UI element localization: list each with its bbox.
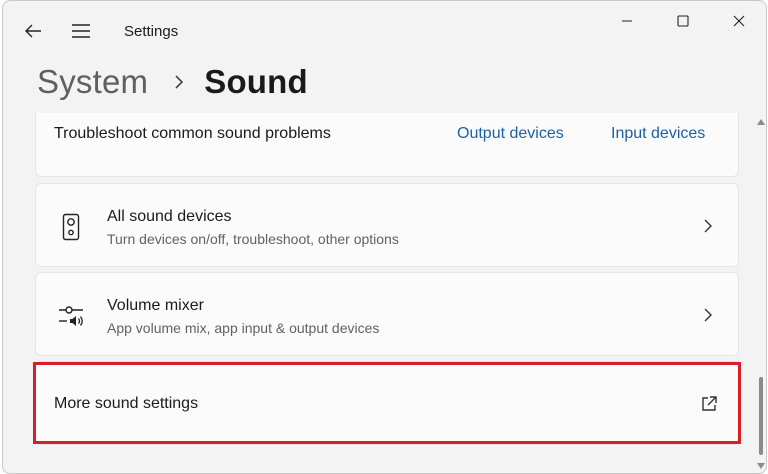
- breadcrumb: System Sound: [37, 59, 308, 105]
- scrollbar[interactable]: [755, 113, 766, 473]
- volume-mixer-description: App volume mix, app input & output devic…: [107, 320, 380, 336]
- settings-window: Settings System Sound Troubleshoot commo…: [2, 0, 767, 474]
- all-sound-devices-description: Turn devices on/off, troubleshoot, other…: [107, 231, 399, 247]
- all-sound-devices-item[interactable]: All sound devices Turn devices on/off, t…: [35, 183, 739, 267]
- close-icon: [733, 15, 745, 27]
- output-devices-link[interactable]: Output devices: [457, 125, 564, 143]
- chevron-right-icon: [698, 216, 718, 236]
- minimize-button[interactable]: [597, 1, 657, 41]
- volume-mixer-item[interactable]: Volume mixer App volume mix, app input &…: [35, 272, 739, 356]
- volume-mixer-title: Volume mixer: [107, 297, 204, 314]
- troubleshoot-card: Troubleshoot common sound problems Outpu…: [35, 113, 739, 177]
- chevron-right-icon: [698, 305, 718, 325]
- navigation-menu-button[interactable]: [65, 15, 97, 47]
- page-title: Sound: [204, 63, 308, 100]
- input-devices-link[interactable]: Input devices: [611, 125, 705, 143]
- chevron-right-icon: [168, 71, 190, 93]
- maximize-button[interactable]: [653, 1, 713, 41]
- minimize-icon: [622, 20, 632, 22]
- maximize-icon: [677, 15, 689, 27]
- hamburger-menu-icon: [72, 24, 90, 38]
- volume-mixer-icon: [54, 299, 88, 333]
- speaker-icon: [54, 210, 88, 244]
- back-arrow-icon: [25, 24, 41, 38]
- scroll-up-arrow-icon[interactable]: [755, 117, 766, 127]
- scroll-down-arrow-icon[interactable]: [755, 461, 766, 471]
- troubleshoot-label: Troubleshoot common sound problems: [54, 125, 331, 142]
- app-title: Settings: [124, 23, 179, 40]
- more-sound-settings-label: More sound settings: [54, 395, 199, 412]
- back-button[interactable]: [17, 15, 49, 47]
- more-sound-settings-item[interactable]: More sound settings: [35, 361, 739, 445]
- title-bar: Settings: [3, 1, 766, 63]
- scrollbar-thumb[interactable]: [759, 377, 763, 455]
- external-link-icon: [698, 393, 720, 415]
- all-sound-devices-title: All sound devices: [107, 208, 232, 225]
- close-button[interactable]: [709, 1, 766, 41]
- breadcrumb-parent-system[interactable]: System: [37, 63, 148, 101]
